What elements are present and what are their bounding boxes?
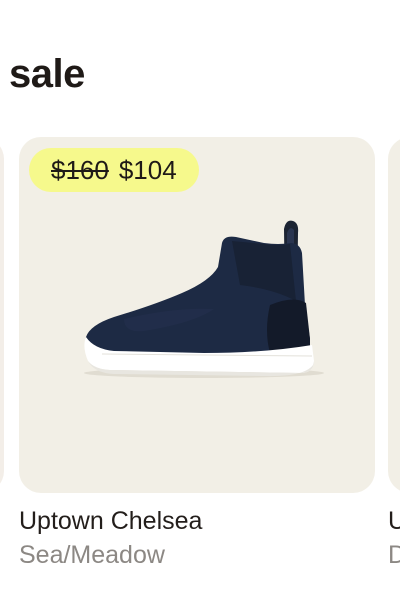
product-image-next[interactable] — [388, 137, 400, 493]
original-price: $160 — [51, 154, 109, 185]
product-name-next[interactable]: U — [388, 505, 400, 537]
product-card-next[interactable]: U D — [388, 137, 400, 571]
section-title: sale — [9, 52, 85, 96]
product-image[interactable]: $160 $104 — [19, 137, 375, 493]
sale-price: $104 — [118, 154, 177, 185]
product-carousel[interactable]: $160 $104 Uptown Chelsea Sea/Meadow U D — [0, 137, 400, 587]
page: sale $160 $104 Uptown Chelsea Sea/Meadow… — [0, 0, 400, 601]
product-name[interactable]: Uptown Chelsea — [19, 505, 375, 537]
price-badge: $160 $104 — [29, 148, 199, 192]
product-card[interactable]: $160 $104 Uptown Chelsea Sea/Meadow — [19, 137, 375, 571]
chelsea-boot-image — [84, 220, 324, 378]
product-color: Sea/Meadow — [19, 541, 165, 569]
product-color-next: D — [388, 541, 400, 569]
product-image-previous[interactable] — [0, 137, 4, 493]
product-card-previous[interactable] — [0, 137, 4, 493]
